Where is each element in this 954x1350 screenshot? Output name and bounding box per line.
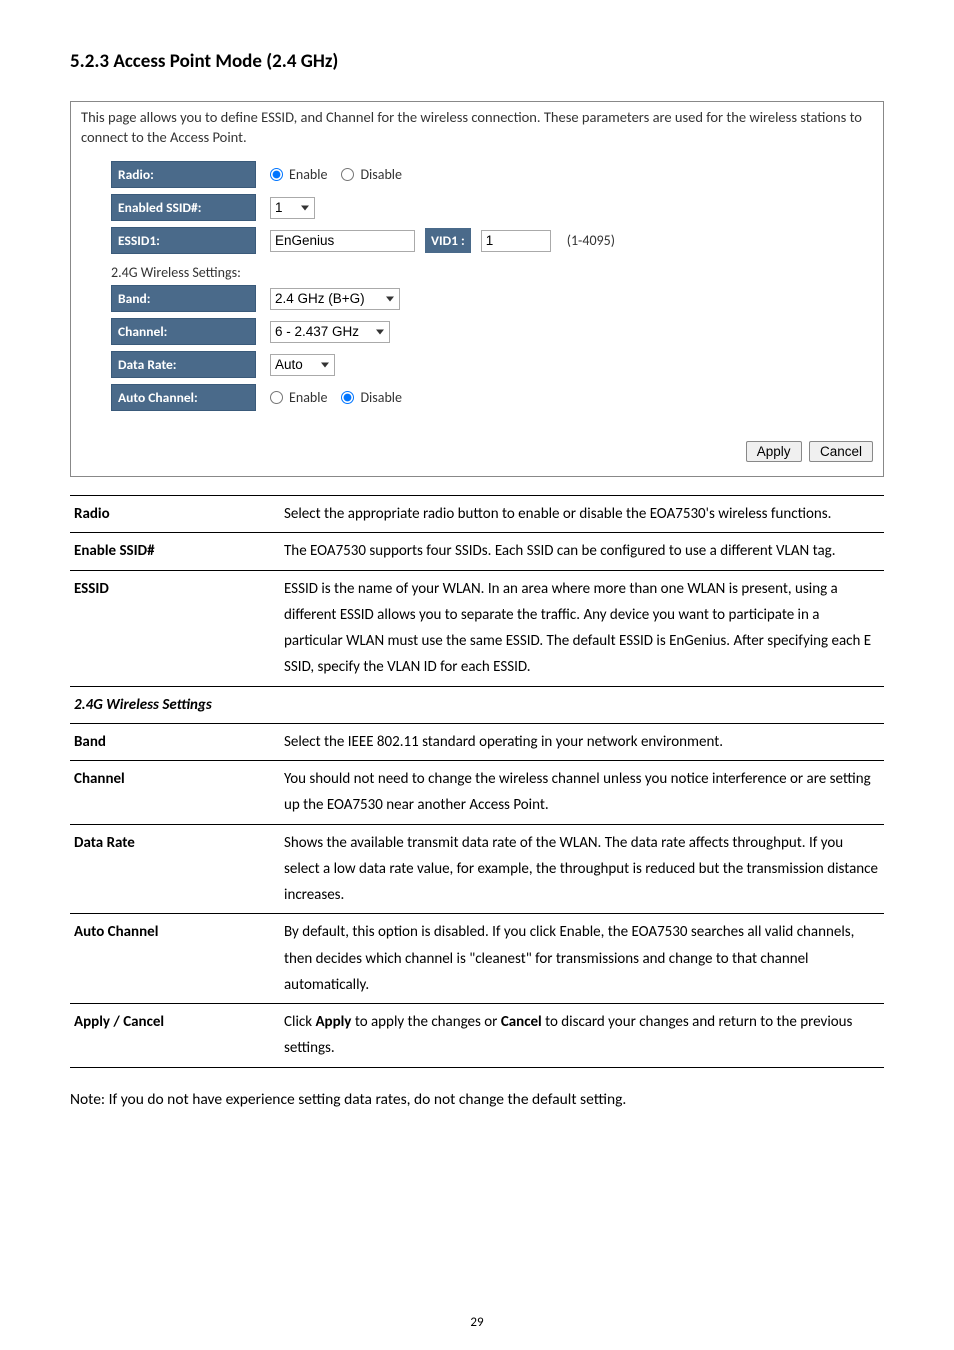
term-essid: ESSID (70, 570, 280, 686)
row-band: Band: 2.4 GHz (B+G) (111, 285, 873, 312)
label-datarate: Data Rate: (111, 351, 256, 378)
label-radio: Radio: (111, 161, 256, 188)
term-autochannel: Auto Channel (70, 914, 280, 1004)
desc-autochannel: By default, this option is disabled. If … (280, 914, 884, 1004)
select-channel[interactable]: 6 - 2.437 GHz (270, 321, 390, 343)
radio-ac-disable-label: Disable (360, 389, 402, 406)
settings-panel: This page allows you to define ESSID, an… (70, 101, 884, 477)
desc-datarate: Shows the available transmit data rate o… (280, 824, 884, 914)
table-row: BandSelect the IEEE 802.11 standard oper… (70, 723, 884, 760)
table-row: Apply / Cancel Click Apply to apply the … (70, 1004, 884, 1068)
cancel-button[interactable]: Cancel (809, 441, 873, 462)
panel-intro-text: This page allows you to define ESSID, an… (81, 108, 873, 147)
term-band: Band (70, 723, 280, 760)
desc-enable-ssid: The EOA7530 supports four SSIDs. Each SS… (280, 533, 884, 570)
term-enable-ssid: Enable SSID# (70, 533, 280, 570)
term-channel: Channel (70, 761, 280, 825)
radio-disable[interactable] (341, 168, 354, 181)
label-band: Band: (111, 285, 256, 312)
row-radio: Radio: Enable Disable (111, 161, 873, 188)
table-row: Enable SSID#The EOA7530 supports four SS… (70, 533, 884, 570)
table-row: Data RateShows the available transmit da… (70, 824, 884, 914)
label-enabled-ssid: Enabled SSID#: (111, 194, 256, 221)
input-vid1[interactable] (481, 230, 551, 252)
radio-enable-label: Enable (289, 166, 327, 183)
vid1-hint: (1-4095) (567, 232, 615, 249)
table-row: RadioSelect the appropriate radio button… (70, 496, 884, 533)
select-band[interactable]: 2.4 GHz (B+G) (270, 288, 400, 310)
table-row: 2.4G Wireless Settings (70, 686, 884, 723)
section-heading: 5.2.3 Access Point Mode (2.4 GHz) (70, 50, 884, 73)
radio-disable-label: Disable (360, 166, 402, 183)
radio-ac-enable[interactable] (270, 391, 283, 404)
row-essid1: ESSID1: VID1 : (1-4095) (111, 227, 873, 254)
table-row: ESSIDESSID is the name of your WLAN. In … (70, 570, 884, 686)
term-radio: Radio (70, 496, 280, 533)
input-essid1[interactable] (270, 230, 415, 252)
select-datarate[interactable]: Auto (270, 354, 335, 376)
desc-applycancel: Click Apply to apply the changes or Canc… (280, 1004, 884, 1068)
radio-ac-disable[interactable] (341, 391, 354, 404)
table-row: ChannelYou should not need to change the… (70, 761, 884, 825)
subhead-24g: 2.4G Wireless Settings (70, 686, 884, 723)
radio-enable[interactable] (270, 168, 283, 181)
label-autochannel: Auto Channel: (111, 384, 256, 411)
row-channel: Channel: 6 - 2.437 GHz (111, 318, 873, 345)
desc-band: Select the IEEE 802.11 standard operatin… (280, 723, 884, 760)
label-essid1: ESSID1: (111, 227, 256, 254)
row-datarate: Data Rate: Auto (111, 351, 873, 378)
note-text: Note: If you do not have experience sett… (70, 1090, 884, 1109)
desc-channel: You should not need to change the wirele… (280, 761, 884, 825)
apply-button[interactable]: Apply (746, 441, 802, 462)
label-channel: Channel: (111, 318, 256, 345)
desc-essid: ESSID is the name of your WLAN. In an ar… (280, 570, 884, 686)
desc-radio: Select the appropriate radio button to e… (280, 496, 884, 533)
label-vid1: VID1 : (425, 228, 471, 253)
row-enabled-ssid: Enabled SSID#: 1 (111, 194, 873, 221)
definitions-table: RadioSelect the appropriate radio button… (70, 495, 884, 1068)
subheading-24g: 2.4G Wireless Settings: (111, 264, 873, 281)
term-applycancel: Apply / Cancel (70, 1004, 280, 1068)
term-datarate: Data Rate (70, 824, 280, 914)
radio-ac-enable-label: Enable (289, 389, 327, 406)
page-number: 29 (0, 1315, 954, 1330)
table-row: Auto ChannelBy default, this option is d… (70, 914, 884, 1004)
row-autochannel: Auto Channel: Enable Disable (111, 384, 873, 411)
select-enabled-ssid[interactable]: 1 (270, 197, 315, 219)
